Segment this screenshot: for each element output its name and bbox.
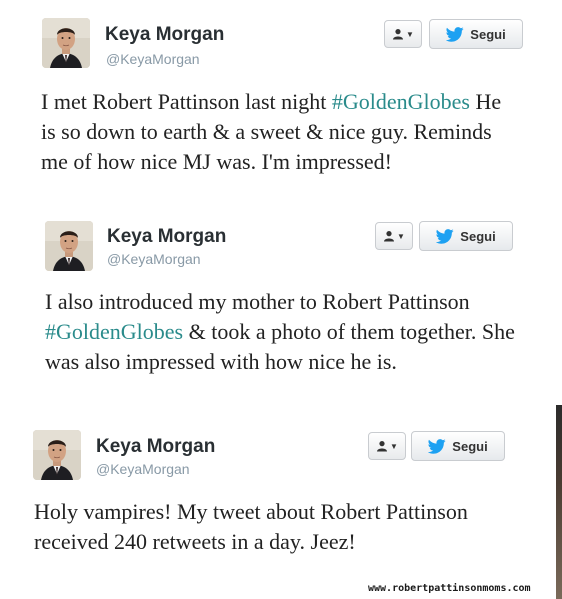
user-dropdown-icon (392, 28, 404, 40)
tweet-text-part: I met Robert Pattinson last night (41, 89, 327, 114)
tweet-card: Keya Morgan @KeyaMorgan ▼ Segui I met Ro… (24, 0, 536, 214)
tweet-card: Keya Morgan @KeyaMorgan ▼ Segui I also i… (30, 210, 532, 410)
user-actions-button[interactable]: ▼ (384, 20, 422, 48)
avatar[interactable] (45, 221, 93, 271)
avatar[interactable] (42, 18, 90, 68)
author-name[interactable]: Keya Morgan (107, 226, 226, 248)
tweet-text: I met Robert Pattinson last night #Golde… (41, 87, 511, 177)
follow-label: Segui (470, 26, 506, 42)
follow-label: Segui (452, 438, 488, 454)
adjacent-photo-edge (556, 405, 562, 599)
follow-button[interactable]: Segui (429, 19, 523, 49)
author-name[interactable]: Keya Morgan (105, 24, 224, 46)
twitter-bird-icon (436, 229, 454, 244)
hashtag-link[interactable]: #GoldenGlobes (332, 89, 470, 114)
author-handle[interactable]: @KeyaMorgan (107, 251, 201, 267)
chevron-down-icon: ▼ (390, 441, 398, 451)
tweet-text: Holy vampires! My tweet about Robert Pat… (34, 497, 504, 557)
user-dropdown-icon (383, 230, 395, 242)
tweet-text-part: Holy vampires! My tweet about Robert Pat… (34, 499, 468, 554)
watermark: www.robertpattinsonmoms.com (368, 583, 531, 594)
follow-button[interactable]: Segui (419, 221, 513, 251)
twitter-bird-icon (446, 27, 464, 42)
tweet-text-part: I also introduced my mother to Robert Pa… (45, 289, 470, 314)
avatar[interactable] (33, 430, 81, 480)
tweet-text: I also introduced my mother to Robert Pa… (45, 287, 515, 377)
hashtag-link[interactable]: #GoldenGlobes (45, 319, 183, 344)
tweet-card: Keya Morgan @KeyaMorgan ▼ Segui Holy vam… (18, 418, 556, 599)
twitter-bird-icon (428, 439, 446, 454)
chevron-down-icon: ▼ (397, 231, 405, 241)
author-handle[interactable]: @KeyaMorgan (96, 461, 190, 477)
author-handle[interactable]: @KeyaMorgan (106, 51, 200, 67)
follow-label: Segui (460, 228, 496, 244)
user-actions-button[interactable]: ▼ (368, 432, 406, 460)
chevron-down-icon: ▼ (406, 29, 414, 39)
author-name[interactable]: Keya Morgan (96, 436, 215, 458)
follow-button[interactable]: Segui (411, 431, 505, 461)
user-actions-button[interactable]: ▼ (375, 222, 413, 250)
user-dropdown-icon (376, 440, 388, 452)
